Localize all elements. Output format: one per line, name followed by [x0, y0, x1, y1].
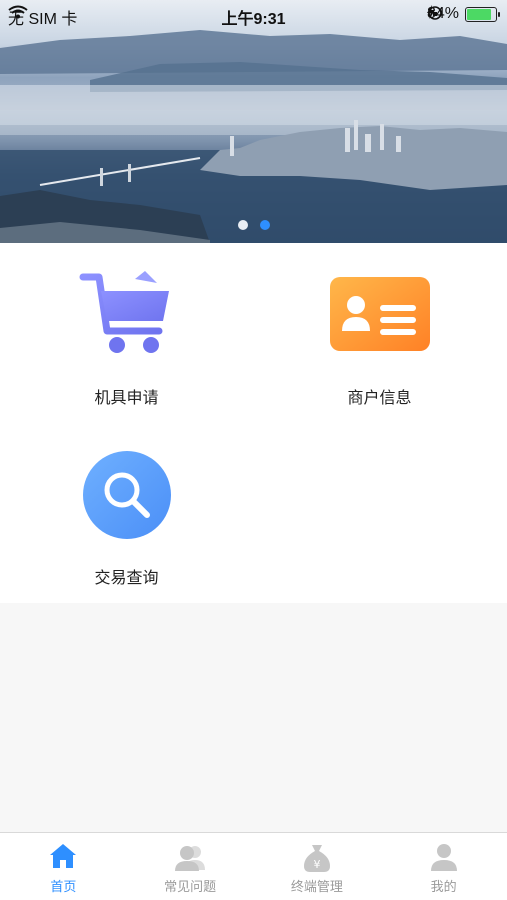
carousel-indicator	[0, 220, 507, 230]
search-icon	[82, 451, 171, 539]
banner-carousel[interactable]: 无 SIM 卡 上午9:31 84%	[0, 0, 507, 243]
tab-label: 我的	[430, 879, 457, 894]
home-icon	[50, 844, 77, 868]
tab-home[interactable]: 首页	[0, 833, 127, 900]
status-bar: 无 SIM 卡 上午9:31 84%	[0, 0, 507, 30]
menu-label: 机具申请	[94, 390, 159, 407]
menu-label: 商户信息	[347, 390, 412, 407]
shopping-cart-icon	[79, 271, 169, 353]
menu-item-device-apply[interactable]: 机具申请	[0, 243, 253, 423]
menu-label: 交易查询	[94, 570, 159, 587]
charging-icon	[426, 5, 435, 19]
function-grid: 机具申请 商户信息 交易查询	[0, 243, 507, 603]
menu-item-merchant-info[interactable]: 商户信息	[253, 243, 506, 423]
svg-text:¥: ¥	[313, 858, 320, 871]
users-icon	[175, 846, 206, 871]
id-card-icon	[329, 277, 430, 351]
money-bag-icon: ¥	[303, 845, 330, 872]
battery-level	[467, 8, 491, 20]
tab-label: 首页	[50, 879, 77, 894]
bottom-tab-bar: 首页 常见问题 ¥ 终端管理 我的	[0, 832, 507, 900]
battery-icon	[465, 6, 500, 22]
tab-faq[interactable]: 常见问题	[127, 833, 254, 900]
carousel-dot[interactable]	[237, 220, 248, 230]
user-icon	[430, 844, 457, 871]
city-landscape-image	[0, 30, 507, 243]
tab-mine[interactable]: 我的	[380, 833, 507, 900]
tab-terminal-management[interactable]: ¥ 终端管理	[254, 833, 381, 900]
menu-item-transaction-query[interactable]: 交易查询	[0, 423, 253, 603]
tab-label: 终端管理	[290, 879, 343, 894]
tab-label: 常见问题	[164, 879, 217, 894]
carousel-dot-active[interactable]	[259, 220, 270, 230]
